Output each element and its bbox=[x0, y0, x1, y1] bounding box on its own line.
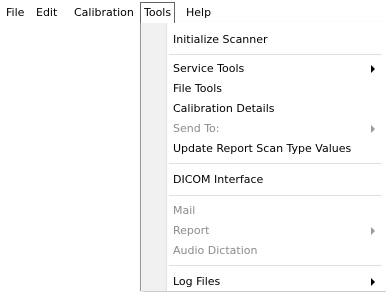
submenu-arrow-icon bbox=[371, 278, 375, 286]
menu-item-report: Report bbox=[173, 224, 210, 237]
menu-edit[interactable]: Edit bbox=[36, 4, 57, 22]
menu-item-log-files[interactable]: Log Files bbox=[173, 272, 220, 292]
menu-separator bbox=[169, 54, 382, 56]
menu-item-update-report-scan-type-values[interactable]: Update Report Scan Type Values bbox=[173, 139, 351, 159]
menu-separator bbox=[169, 265, 382, 267]
submenu-arrow-icon bbox=[371, 125, 375, 133]
menu-file[interactable]: File bbox=[6, 4, 24, 22]
menu-item-file-tools[interactable]: File Tools bbox=[173, 79, 222, 99]
menu-calibration[interactable]: Calibration bbox=[74, 4, 134, 22]
submenu-arrow-icon bbox=[371, 227, 375, 235]
menu-tools[interactable]: Tools bbox=[140, 2, 176, 23]
menu-help[interactable]: Help bbox=[186, 4, 211, 22]
menu-item-initialize-scanner[interactable]: Initialize Scanner bbox=[173, 30, 268, 50]
menu-item-mail: Mail bbox=[173, 204, 196, 217]
menu-icon-gutter bbox=[141, 22, 166, 291]
menu-item-service-tools[interactable]: Service Tools bbox=[173, 59, 244, 79]
menu-separator bbox=[169, 163, 382, 165]
submenu-arrow-icon bbox=[371, 65, 375, 73]
menu-bar: File Edit Calibration Tools Help bbox=[0, 0, 386, 23]
gutter-divider bbox=[166, 22, 167, 291]
menu-item-calibration-details[interactable]: Calibration Details bbox=[173, 99, 274, 119]
tools-dropdown-menu: Initialize Scanner Service Tools File To… bbox=[140, 22, 386, 291]
menu-item-dicom-interface[interactable]: DICOM Interface bbox=[173, 170, 263, 190]
menu-item-send-to: Send To: bbox=[173, 122, 220, 135]
menu-separator bbox=[169, 195, 382, 197]
menu-item-audio-dictation: Audio Dictation bbox=[173, 244, 258, 257]
